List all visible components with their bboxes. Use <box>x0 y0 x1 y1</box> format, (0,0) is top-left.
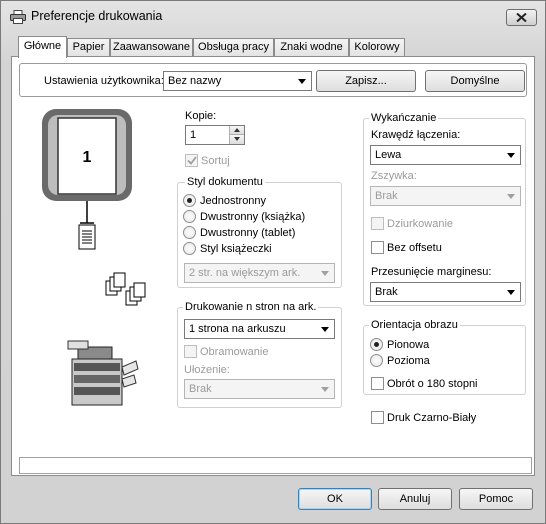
margin-shift-label: Przesunięcie marginesu: <box>371 266 492 278</box>
radio-simplex-label: Jednostronny <box>200 195 267 207</box>
defaults-button-label: Domyślne <box>450 75 500 87</box>
punch-checkbox[interactable] <box>371 217 384 230</box>
margin-shift-value: Brak <box>375 286 398 298</box>
preview-pane: 1 <box>32 101 162 407</box>
radio-selected-dot <box>374 342 379 347</box>
ok-button[interactable]: OK <box>298 488 372 510</box>
tab-color[interactable]: Kolorowy <box>349 38 405 57</box>
binding-edge-select[interactable]: Lewa <box>370 145 521 165</box>
order-select[interactable]: Brak <box>184 379 335 399</box>
tab-watermarks-label: Znaki wodne <box>280 41 343 53</box>
cancel-button[interactable]: Anuluj <box>378 488 452 510</box>
chevron-down-icon <box>321 387 329 392</box>
sort-label: Sortuj <box>201 155 230 167</box>
arrow-up-icon <box>234 128 240 132</box>
copies-spinner[interactable]: 1 <box>185 125 245 145</box>
radio-duplex-book-label: Dwustronny (książka) <box>200 211 306 223</box>
orientation-title: Orientacja obrazu <box>369 319 460 331</box>
finishing-title: Wykańczanie <box>369 112 439 124</box>
cancel-button-label: Anuluj <box>399 493 431 505</box>
staple-select[interactable]: Brak <box>370 186 521 206</box>
tab-main[interactable]: Główne <box>18 36 67 58</box>
radio-landscape[interactable] <box>370 354 383 367</box>
tab-advanced-label: Zaawansowane <box>112 41 191 53</box>
binding-edge-label: Krawędź łączenia: <box>371 129 461 141</box>
rotate-180-checkbox[interactable] <box>371 377 384 390</box>
save-button[interactable]: Zapisz... <box>316 70 416 92</box>
order-value: Brak <box>189 383 212 395</box>
binding-edge-value: Lewa <box>375 149 402 161</box>
user-settings-label: Ustawienia użytkownika: <box>44 75 164 87</box>
copies-decrement-button[interactable] <box>230 135 244 144</box>
arrow-down-icon <box>234 137 240 141</box>
booklet-size-value: 2 str. na większym ark. <box>189 267 301 279</box>
staple-value: Brak <box>375 190 398 202</box>
radio-booklet[interactable] <box>183 242 196 255</box>
chevron-down-icon <box>507 194 515 199</box>
window-title: Preferencje drukowania <box>31 9 163 23</box>
radio-selected-dot <box>187 198 192 203</box>
tab-job-handling-label: Obsługa pracy <box>198 41 269 53</box>
punch-label: Dziurkowanie <box>387 218 454 230</box>
title-bar: Preferencje drukowania <box>1 1 545 31</box>
document-style-title: Styl dokumentu <box>185 176 265 188</box>
copies-spinner-buttons <box>229 126 244 144</box>
nup-value: 1 strona na arkuszu <box>189 323 286 335</box>
radio-simplex[interactable] <box>183 194 196 207</box>
radio-booklet-label: Styl książeczki <box>200 243 272 255</box>
radio-duplex-book[interactable] <box>183 210 196 223</box>
copies-value: 1 <box>190 129 197 141</box>
tab-advanced[interactable]: Zaawansowane <box>110 38 193 57</box>
tab-paper-label: Papier <box>72 41 105 53</box>
border-label: Obramowanie <box>200 346 269 358</box>
help-button-label: Pomoc <box>478 493 514 505</box>
radio-landscape-label: Pozioma <box>387 355 430 367</box>
close-button[interactable] <box>506 9 537 26</box>
ok-button-label: OK <box>327 493 343 505</box>
status-bar <box>19 457 532 474</box>
radio-duplex-tablet[interactable] <box>183 226 196 239</box>
help-button[interactable]: Pomoc <box>459 488 533 510</box>
staple-label: Zszywka: <box>371 170 417 182</box>
tab-paper[interactable]: Papier <box>67 38 110 57</box>
no-offset-label: Bez offsetu <box>387 242 442 254</box>
preview-page-number: 1 <box>82 149 92 166</box>
user-settings-select[interactable]: Bez nazwy <box>163 71 312 91</box>
black-white-label: Druk Czarno-Biały <box>387 412 477 424</box>
copies-increment-button[interactable] <box>230 126 244 135</box>
print-preferences-window: Preferencje drukowania Główne Papier Zaa… <box>0 0 546 524</box>
defaults-button[interactable]: Domyślne <box>425 70 525 92</box>
radio-duplex-tablet-label: Dwustronny (tablet) <box>200 227 296 239</box>
radio-portrait[interactable] <box>370 338 383 351</box>
border-checkbox[interactable] <box>184 345 197 358</box>
tab-color-label: Kolorowy <box>354 41 400 53</box>
checkmark-icon <box>187 156 197 165</box>
user-settings-value: Bez nazwy <box>168 75 222 87</box>
print-preview-illustration <box>42 109 146 406</box>
sort-checkbox[interactable] <box>185 154 198 167</box>
tab-watermarks[interactable]: Znaki wodne <box>274 38 349 57</box>
nup-title: Drukowanie n stron na ark. <box>183 301 319 313</box>
booklet-size-select[interactable]: 2 str. na większym ark. <box>184 263 335 283</box>
nup-select[interactable]: 1 strona na arkuszu <box>184 319 335 339</box>
chevron-down-icon <box>507 153 515 158</box>
save-button-label: Zapisz... <box>345 75 387 87</box>
close-icon <box>516 13 527 22</box>
radio-portrait-label: Pionowa <box>387 339 430 351</box>
copies-label: Kopie: <box>185 110 217 122</box>
order-label: Ułożenie: <box>184 364 230 376</box>
printer-icon <box>10 10 26 24</box>
margin-shift-select[interactable]: Brak <box>370 282 521 302</box>
chevron-down-icon <box>507 290 515 295</box>
rotate-180-label: Obrót o 180 stopni <box>387 378 478 390</box>
chevron-down-icon <box>298 79 306 84</box>
black-white-checkbox[interactable] <box>371 411 384 424</box>
tab-main-label: Główne <box>23 40 62 52</box>
chevron-down-icon <box>321 327 329 332</box>
tab-job-handling[interactable]: Obsługa pracy <box>193 38 274 57</box>
main-tab-panel: Ustawienia użytkownika: Bez nazwy Zapisz… <box>11 56 535 476</box>
chevron-down-icon <box>321 271 329 276</box>
no-offset-checkbox[interactable] <box>371 241 384 254</box>
